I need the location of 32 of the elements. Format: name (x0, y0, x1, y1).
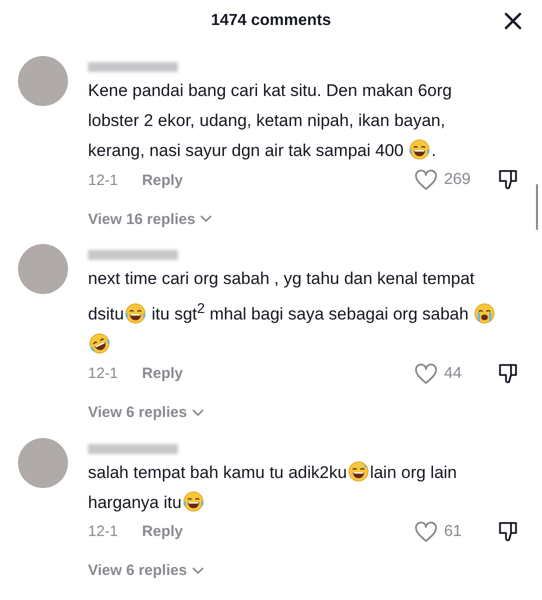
view-replies-link[interactable]: View 6 replies (88, 560, 204, 582)
heart-icon (414, 362, 438, 385)
comment-date: 12-1 (88, 365, 118, 382)
scrollbar (536, 184, 538, 230)
comments-count-title: 1474 comments (210, 12, 332, 30)
comment-text: salah tempat bah kamu tu adik2ku lain org lain harganya itu (88, 458, 500, 518)
like-button[interactable]: 61 (414, 520, 482, 543)
close-icon[interactable] (504, 12, 522, 30)
dislike-icon[interactable] (498, 169, 518, 191)
like-button[interactable]: 269 (414, 169, 482, 191)
comment-text: Kene pandai bang cari kat situ. Den makan 6org lobster 2 ekor, udang, ketam nipah, ikan bayan, kerang, nasi sayur dgn air tak sampai 400 . (88, 80, 453, 163)
reply-link[interactable]: Reply (142, 172, 183, 188)
reply-link[interactable]: Reply (142, 365, 183, 382)
view-replies-link[interactable]: View 6 replies (88, 402, 204, 424)
dislike-icon[interactable] (498, 362, 518, 385)
heart-icon (414, 169, 438, 191)
like-button[interactable]: 44 (414, 362, 482, 385)
comment-text: next time cari org sabah , yg tahu dan kenal tempat dsitu itu sgt$^{2}$ mhal bagi saya sebagai org sabah (88, 264, 500, 360)
chevron-down-icon (192, 566, 204, 575)
chevron-down-icon (192, 408, 204, 417)
laughing-tears-icon (124, 302, 147, 325)
heart-icon (414, 520, 438, 543)
sweat-smile-icon (346, 460, 370, 483)
reply-link[interactable]: Reply (142, 523, 183, 540)
chevron-down-icon (200, 215, 212, 223)
comment-date: 12-1 (88, 523, 118, 540)
comment-date: 12-1 (88, 172, 118, 188)
laughing-tears-icon (182, 490, 205, 513)
laughing-tears-icon (408, 138, 432, 161)
dislike-icon[interactable] (498, 520, 518, 543)
crying-face-icon (473, 302, 496, 325)
view-replies-link[interactable]: View 16 replies (88, 208, 212, 230)
